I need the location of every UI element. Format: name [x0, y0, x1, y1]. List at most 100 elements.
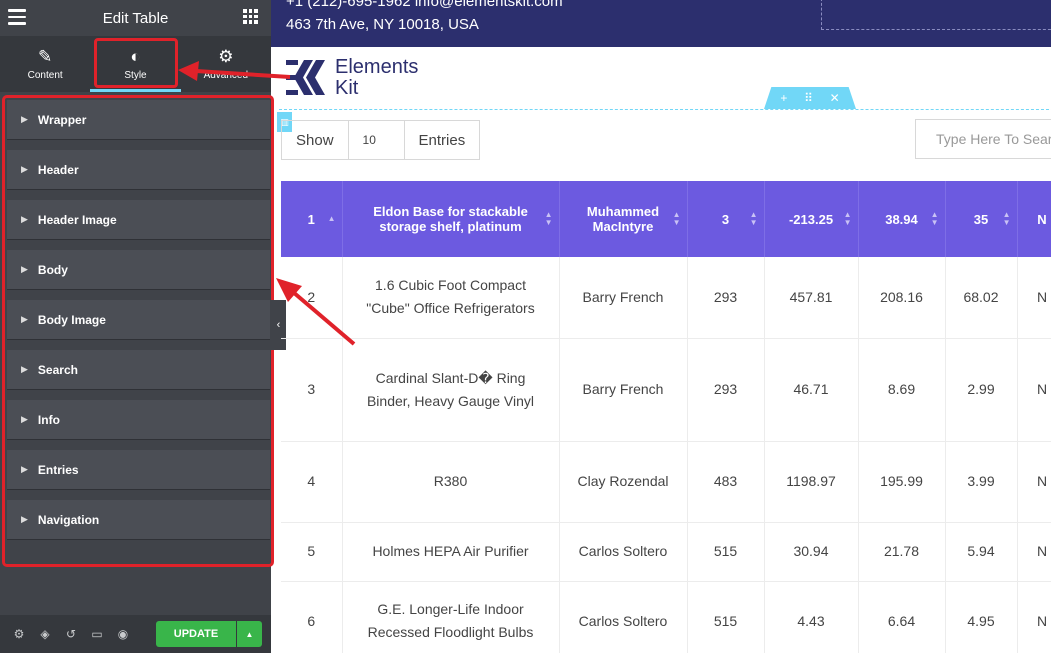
hamburger-menu-icon[interactable] [8, 9, 26, 25]
sort-arrows-icon[interactable]: ▲ ▼ [545, 211, 553, 227]
table-row: 6 G.E. Longer-Life Indoor Recessed Floodl… [281, 581, 1051, 653]
table-cell: 515 [687, 522, 765, 582]
table-cell: 208.16 [858, 257, 946, 339]
table-row: 2 1.6 Cubic Foot Compact "Cube" Office Re… [281, 257, 1051, 339]
sections-annotation-box [2, 95, 274, 567]
table-cell: 1.6 Cubic Foot Compact "Cube" Office Ref… [342, 257, 560, 339]
settings-icon[interactable]: ⚙ [6, 627, 32, 641]
column-header[interactable]: 38.94 ▲ ▼ [858, 181, 946, 257]
sort-arrows-icon[interactable]: ▲ ▼ [931, 211, 939, 227]
layers-icon[interactable]: ◈ [32, 627, 58, 641]
table-cell: 293 [687, 338, 765, 442]
table-cell: Holmes HEPA Air Purifier [342, 522, 560, 582]
column-header-label: 3 [721, 211, 730, 227]
address-info: 463 7th Ave, NY 10018, USA [286, 16, 479, 33]
sort-arrows-icon[interactable]: ▲ [328, 215, 336, 223]
table-cell: Barry French [559, 257, 688, 339]
column-header-label: Muhammed MacIntyre [586, 204, 660, 234]
column-header-label: Eldon Base for stackable storage shelf, … [373, 204, 528, 234]
table-cell: 68.02 [945, 257, 1018, 339]
table-cell: Cardinal Slant-D� Ring Binder, Heavy Gau… [342, 338, 560, 442]
show-label: Show [282, 121, 349, 159]
sort-arrows-icon[interactable]: ▲ ▼ [844, 211, 852, 227]
section-toolbar[interactable]: + ⠿ ✕ [764, 87, 856, 109]
table-cell: 2 [281, 257, 343, 339]
update-options-caret-icon[interactable]: ▲ [237, 621, 262, 647]
sort-arrows-icon[interactable]: ▲ ▼ [750, 211, 758, 227]
close-icon[interactable]: ✕ [830, 91, 840, 105]
table-cell: 4 [281, 441, 343, 523]
table-cell: 457.81 [764, 257, 859, 339]
table-cell: 3.99 [945, 441, 1018, 523]
table-row: 4 R380 Clay Rozendal 483 1198.97 195.99 3.99 N [281, 441, 1051, 523]
sort-arrows-icon[interactable]: ▲ ▼ [673, 211, 681, 227]
table-cell: 6 [281, 581, 343, 653]
table-cell: R380 [342, 441, 560, 523]
table-cell: 293 [687, 257, 765, 339]
tab-advanced-label: Advanced [203, 70, 249, 81]
table-cell: 3 [281, 338, 343, 442]
column-header[interactable]: Eldon Base for stackable storage shelf, … [342, 181, 560, 257]
data-table: 1 ▲ Eldon Base for stackable storage shelf… [281, 181, 1051, 653]
sort-arrows-icon[interactable]: ▲ ▼ [1003, 211, 1011, 227]
history-icon[interactable]: ↺ [58, 627, 84, 641]
column-header-label: 1 [307, 211, 315, 227]
table-row: 5 Holmes HEPA Air Purifier Carlos Soltero 5… [281, 522, 1051, 582]
column-header[interactable]: 35 ▲ ▼ [945, 181, 1018, 257]
table-cell: N [1017, 522, 1051, 582]
table-cell: 30.94 [764, 522, 859, 582]
site-logo[interactable]: Elements Kit [286, 56, 418, 100]
table-cell: Barry French [559, 338, 688, 442]
preview-eye-icon[interactable]: ◉ [110, 627, 136, 641]
panel-header: Edit Table [0, 0, 271, 36]
table-cell: 483 [687, 441, 765, 523]
table-cell: Carlos Soltero [559, 522, 688, 582]
table-cell: 5 [281, 522, 343, 582]
table-cell: 4.43 [764, 581, 859, 653]
column-header[interactable]: -213.25 ▲ ▼ [764, 181, 859, 257]
table-row: 3 Cardinal Slant-D� Ring Binder, Heavy Ga… [281, 338, 1051, 442]
column-header-label: 38.94 [885, 211, 918, 227]
site-topbar: +1 (212)-695-1962 info@elementskit.com 4… [271, 0, 1051, 47]
widgets-grid-icon[interactable] [243, 9, 258, 24]
table-cell: 8.69 [858, 338, 946, 442]
table-cell: N [1017, 581, 1051, 653]
panel-title: Edit Table [102, 9, 169, 27]
update-button[interactable]: UPDATE [156, 621, 236, 647]
table-cell: G.E. Longer-Life Indoor Recessed Floodli… [342, 581, 560, 653]
table-cell: 515 [687, 581, 765, 653]
column-header[interactable]: Muhammed MacIntyre ▲ ▼ [559, 181, 688, 257]
table-cell: 195.99 [858, 441, 946, 523]
topbar-placeholder [821, 0, 1051, 30]
table-cell: 6.64 [858, 581, 946, 653]
table-cell: Carlos Soltero [559, 581, 688, 653]
tab-content[interactable]: ✎ Content [0, 36, 90, 92]
table-cell: N [1017, 338, 1051, 442]
gear-icon: ⚙ [218, 47, 234, 66]
column-header[interactable]: 3 ▲ ▼ [687, 181, 765, 257]
column-header-label: N [1037, 211, 1047, 227]
table-cell: 46.71 [764, 338, 859, 442]
table-cell: N [1017, 441, 1051, 523]
add-icon[interactable]: + [780, 91, 787, 105]
table-cell: 5.94 [945, 522, 1018, 582]
logo-line-2: Kit [335, 77, 359, 99]
table-header-row: 1 ▲ Eldon Base for stackable storage shelf… [281, 181, 1051, 257]
table-cell: Clay Rozendal [559, 441, 688, 523]
contact-info: +1 (212)-695-1962 info@elementskit.com [286, 0, 563, 10]
tab-advanced[interactable]: ⚙ Advanced [181, 36, 271, 92]
logo-text: Elements Kit [335, 57, 418, 99]
drag-handle-icon[interactable]: ⠿ [804, 91, 813, 105]
responsive-icon[interactable]: ▭ [84, 627, 110, 641]
table-cell: 4.95 [945, 581, 1018, 653]
entries-control: Show 10 Entries [281, 120, 481, 160]
table-cell: 1198.97 [764, 441, 859, 523]
table-cell: 21.78 [858, 522, 946, 582]
entries-select[interactable]: 10 [349, 121, 405, 159]
table-cell: 2.99 [945, 338, 1018, 442]
style-tab-annotation-box [94, 38, 178, 88]
column-header[interactable]: N▲▼ [1017, 181, 1051, 257]
table-search-input[interactable]: Type Here To Search [915, 119, 1051, 159]
elementskit-logo-icon [286, 60, 325, 95]
column-header[interactable]: 1 ▲ [281, 181, 343, 257]
